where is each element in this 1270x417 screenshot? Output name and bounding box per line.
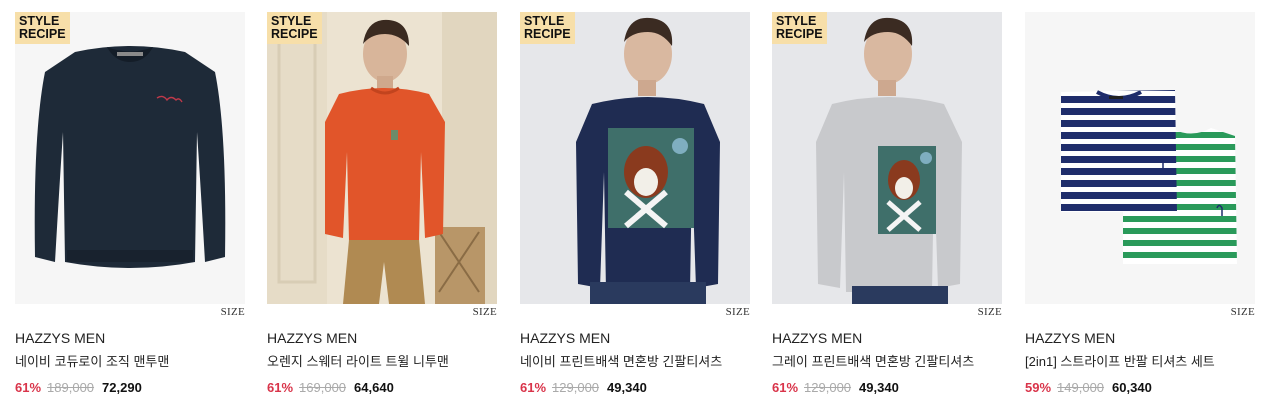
price-row: 61% 129,000 49,340 bbox=[520, 380, 750, 395]
product-name[interactable]: [2in1] 스트라이프 반팔 티셔츠 세트 bbox=[1025, 351, 1255, 370]
style-recipe-badge: STYLE RECIPE bbox=[772, 12, 827, 44]
price-row: 61% 189,000 72,290 bbox=[15, 380, 245, 395]
discount-rate: 59% bbox=[1025, 380, 1052, 395]
sale-price: 60,340 bbox=[1112, 380, 1152, 395]
product-image-link[interactable] bbox=[1025, 12, 1255, 304]
product-name[interactable]: 네이비 코듀로이 조직 맨투맨 bbox=[15, 351, 245, 370]
product-card[interactable]: STYLE RECIPE SIZE HAZZYS MEN 네이비 코듀로이 조직… bbox=[15, 12, 245, 395]
sale-price: 49,340 bbox=[859, 380, 899, 395]
sale-price: 72,290 bbox=[102, 380, 142, 395]
price-row: 61% 169,000 64,640 bbox=[267, 380, 497, 395]
product-brand: HAZZYS MEN bbox=[15, 330, 106, 346]
product-card[interactable]: SIZE HAZZYS MEN [2in1] 스트라이프 반팔 티셔츠 세트 5… bbox=[1025, 12, 1255, 395]
product-image bbox=[267, 12, 497, 304]
size-label[interactable]: SIZE bbox=[267, 304, 497, 322]
product-name[interactable]: 네이비 프린트배색 면혼방 긴팔티셔츠 bbox=[520, 351, 750, 370]
product-grid: STYLE RECIPE SIZE HAZZYS MEN 네이비 코듀로이 조직… bbox=[0, 0, 1270, 417]
product-image bbox=[1025, 12, 1255, 304]
product-card[interactable]: STYLE RECIPE SIZE HAZZYS MEN 오렌지 스웨터 라이트… bbox=[267, 12, 497, 395]
size-label[interactable]: SIZE bbox=[1025, 304, 1255, 322]
product-brand: HAZZYS MEN bbox=[520, 330, 611, 346]
product-image bbox=[772, 12, 1002, 304]
discount-rate: 61% bbox=[15, 380, 42, 395]
original-price: 189,000 bbox=[47, 380, 95, 395]
product-card[interactable]: STYLE RECIPE SIZE HAZZYS MEN 그레이 프린트배색 면… bbox=[772, 12, 1002, 395]
product-image-link[interactable]: STYLE RECIPE bbox=[520, 12, 750, 304]
product-brand: HAZZYS MEN bbox=[1025, 330, 1116, 346]
original-price: 129,000 bbox=[804, 380, 852, 395]
product-image-link[interactable]: STYLE RECIPE bbox=[267, 12, 497, 304]
product-image bbox=[15, 12, 245, 304]
price-row: 59% 149,000 60,340 bbox=[1025, 380, 1255, 395]
product-image-link[interactable]: STYLE RECIPE bbox=[15, 12, 245, 304]
discount-rate: 61% bbox=[772, 380, 799, 395]
original-price: 129,000 bbox=[552, 380, 600, 395]
size-label[interactable]: SIZE bbox=[15, 304, 245, 322]
style-recipe-badge: STYLE RECIPE bbox=[267, 12, 322, 44]
style-recipe-badge: STYLE RECIPE bbox=[15, 12, 70, 44]
product-image bbox=[520, 12, 750, 304]
discount-rate: 61% bbox=[520, 380, 547, 395]
style-recipe-badge: STYLE RECIPE bbox=[520, 12, 575, 44]
size-label[interactable]: SIZE bbox=[520, 304, 750, 322]
discount-rate: 61% bbox=[267, 380, 294, 395]
product-image-link[interactable]: STYLE RECIPE bbox=[772, 12, 1002, 304]
original-price: 169,000 bbox=[299, 380, 347, 395]
sale-price: 49,340 bbox=[607, 380, 647, 395]
product-brand: HAZZYS MEN bbox=[772, 330, 863, 346]
sale-price: 64,640 bbox=[354, 380, 394, 395]
original-price: 149,000 bbox=[1057, 380, 1105, 395]
size-label[interactable]: SIZE bbox=[772, 304, 1002, 322]
product-name[interactable]: 오렌지 스웨터 라이트 트윌 니투맨 bbox=[267, 351, 497, 370]
product-card[interactable]: STYLE RECIPE SIZE HAZZYS MEN 네이비 프린트배색 면… bbox=[520, 12, 750, 395]
product-brand: HAZZYS MEN bbox=[267, 330, 358, 346]
price-row: 61% 129,000 49,340 bbox=[772, 380, 1002, 395]
product-name[interactable]: 그레이 프린트배색 면혼방 긴팔티셔츠 bbox=[772, 351, 1002, 370]
